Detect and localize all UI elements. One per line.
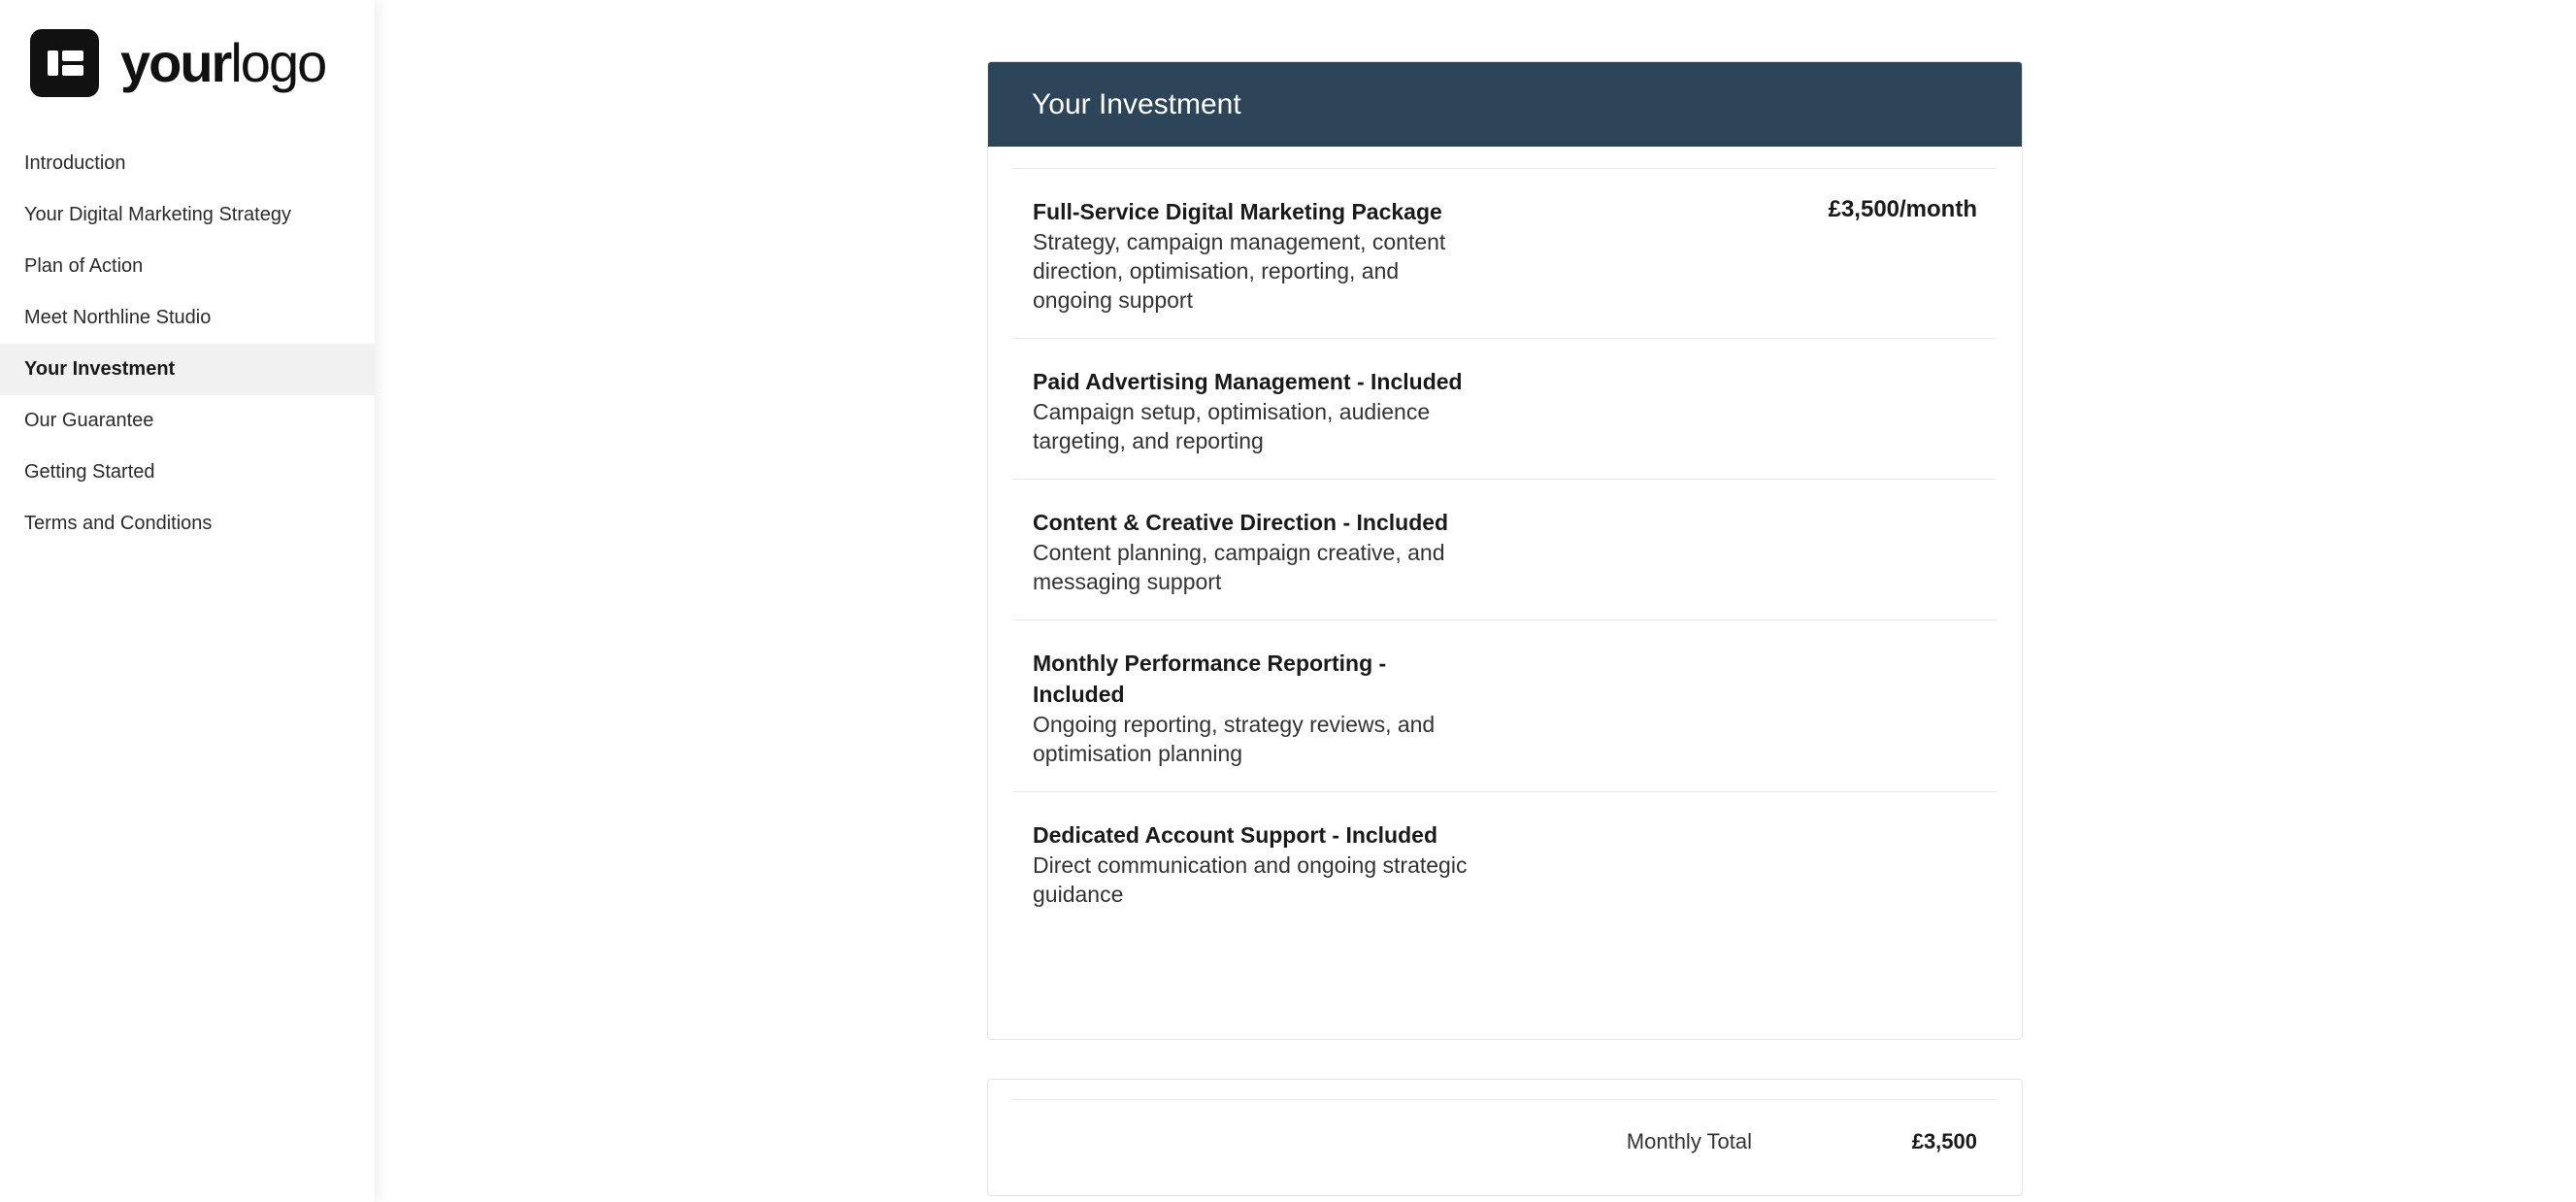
line-item: Paid Advertising Management - Included C…	[1013, 339, 1997, 480]
logo-text: yourlogo	[120, 36, 327, 90]
sidebar-item-plan-of-action[interactable]: Plan of Action	[0, 241, 375, 292]
line-item-title: Content & Creative Direction - Included	[1033, 510, 1449, 535]
line-item-title: Paid Advertising Management - Included	[1033, 369, 1463, 394]
sidebar-item-introduction[interactable]: Introduction	[0, 138, 375, 189]
sidebar-item-your-investment[interactable]: Your Investment	[0, 344, 375, 395]
logo-icon	[30, 29, 99, 97]
logo-text-bold: your	[120, 32, 232, 93]
line-item-title: Monthly Performance Reporting - Included	[1033, 651, 1387, 707]
sidebar-item-getting-started[interactable]: Getting Started	[0, 447, 375, 498]
investment-title: Your Investment	[988, 62, 2022, 147]
line-item-price: £3,500/month	[1828, 196, 1977, 222]
line-item-title: Dedicated Account Support - Included	[1033, 822, 1437, 848]
main-content: Your Investment Full-Service Digital Mar…	[375, 0, 2576, 1202]
investment-card: Your Investment Full-Service Digital Mar…	[987, 61, 2023, 1040]
line-item-description: Content planning, campaign creative, and…	[1033, 540, 1445, 594]
sidebar-item-terms-and-conditions[interactable]: Terms and Conditions	[0, 498, 375, 550]
sidebar-item-our-guarantee[interactable]: Our Guarantee	[0, 395, 375, 447]
total-value: £3,500	[1911, 1129, 1977, 1153]
line-item: Content & Creative Direction - Included …	[1013, 480, 1997, 620]
sidebar-item-digital-marketing-strategy[interactable]: Your Digital Marketing Strategy	[0, 189, 375, 241]
sidebar-nav: Introduction Your Digital Marketing Stra…	[0, 138, 375, 550]
sidebar-item-meet-northline-studio[interactable]: Meet Northline Studio	[0, 292, 375, 344]
line-item-description: Ongoing reporting, strategy reviews, and…	[1033, 712, 1436, 766]
line-item-title: Full-Service Digital Marketing Package	[1033, 199, 1442, 224]
logo-text-light: logo	[230, 32, 327, 93]
logo[interactable]: yourlogo	[30, 29, 327, 97]
line-item: Full-Service Digital Marketing Package S…	[1013, 169, 1997, 339]
line-item-description: Strategy, campaign management, content d…	[1033, 229, 1446, 313]
total-row: Monthly Total £3,500	[1013, 1099, 1997, 1177]
line-item-description: Direct communication and ongoing strateg…	[1033, 852, 1468, 907]
line-item: Dedicated Account Support - Included Dir…	[1013, 792, 1997, 932]
investment-items: Full-Service Digital Marketing Package S…	[1013, 168, 1997, 932]
total-card: Monthly Total £3,500	[987, 1079, 2023, 1196]
total-label: Monthly Total	[1626, 1129, 1752, 1153]
sidebar: yourlogo Introduction Your Digital Marke…	[0, 0, 375, 1202]
line-item: Monthly Performance Reporting - Included…	[1013, 620, 1997, 792]
line-item-description: Campaign setup, optimisation, audience t…	[1033, 399, 1431, 453]
app-root: yourlogo Introduction Your Digital Marke…	[0, 0, 2576, 1202]
